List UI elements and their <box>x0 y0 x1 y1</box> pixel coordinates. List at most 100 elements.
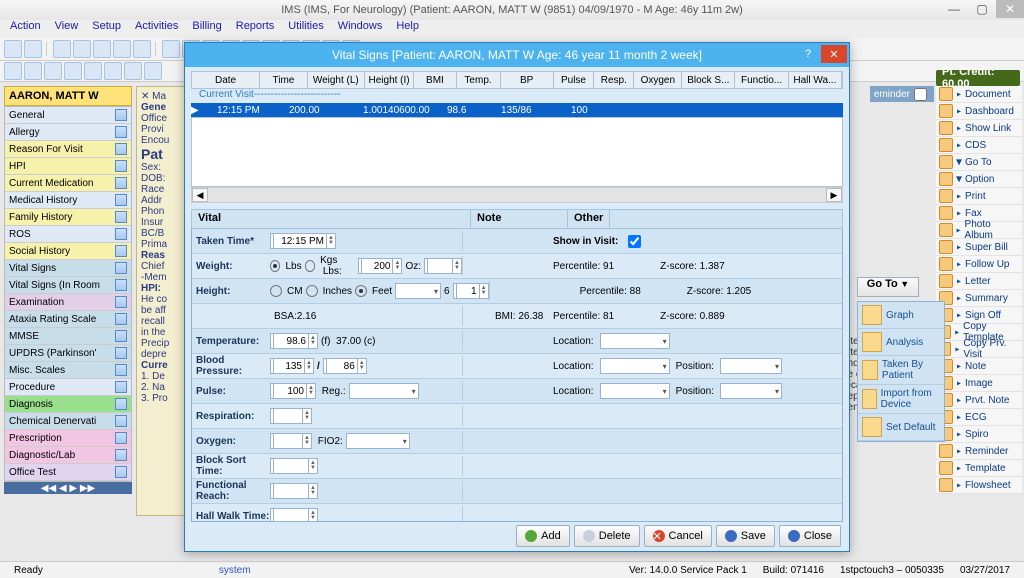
action-analysis[interactable]: Analysis <box>858 329 944 356</box>
section-item[interactable]: Vital Signs (In Room <box>5 277 131 294</box>
save-button[interactable]: Save <box>716 525 775 547</box>
sidebar-action-super-bill[interactable]: ▸Super Bill <box>936 239 1022 256</box>
section-item[interactable]: Medical History <box>5 192 131 209</box>
sidebar-action-dashboard[interactable]: ▸Dashboard <box>936 103 1022 120</box>
section-item[interactable]: Misc. Scales <box>5 362 131 379</box>
sidebar-action-photo-album[interactable]: ▸Photo Album <box>936 222 1022 239</box>
menu-activities[interactable]: Activities <box>129 20 184 38</box>
section-item[interactable]: Family History <box>5 209 131 226</box>
tool-icon[interactable] <box>104 62 122 80</box>
section-item[interactable]: UPDRS (Parkinson' <box>5 345 131 362</box>
grid-selected-row[interactable]: ▶12:15 PM200.001.00140600.0098.6135/8610… <box>191 103 843 117</box>
tool-icon[interactable] <box>24 62 42 80</box>
grid-col[interactable]: Date <box>192 72 260 88</box>
dialog-help-icon[interactable]: ? <box>795 45 821 63</box>
tool-icon[interactable] <box>162 40 180 58</box>
sidebar-action-spiro[interactable]: ▸Spiro <box>936 426 1022 443</box>
menu-view[interactable]: View <box>49 20 85 38</box>
tool-icon[interactable] <box>24 40 42 58</box>
section-item[interactable]: Diagnosis <box>5 396 131 413</box>
sidebar-action-prvt-note[interactable]: ▸Prvt. Note <box>936 392 1022 409</box>
grid-col[interactable]: Oxygen <box>634 72 682 88</box>
action-graph[interactable]: Graph <box>858 302 944 329</box>
sidebar-action-letter[interactable]: ▸Letter <box>936 273 1022 290</box>
menu-reports[interactable]: Reports <box>230 20 281 38</box>
grid-col[interactable]: Block S... <box>682 72 735 88</box>
tool-icon[interactable] <box>84 62 102 80</box>
section-item[interactable]: Diagnostic/Lab <box>5 447 131 464</box>
tool-icon[interactable] <box>53 40 71 58</box>
section-item[interactable]: Allergy <box>5 124 131 141</box>
grid-col[interactable]: Weight (L) <box>308 72 365 88</box>
grid-col[interactable]: Hall Wa... <box>789 72 842 88</box>
section-item[interactable]: Social History <box>5 243 131 260</box>
sidebar-action-option[interactable]: ▼Option <box>936 171 1022 188</box>
grid-col[interactable]: BMI <box>414 72 456 88</box>
section-item[interactable]: MMSE <box>5 328 131 345</box>
close-button[interactable]: ✕ <box>996 0 1024 18</box>
grid-col[interactable]: Temp. <box>457 72 501 88</box>
grid-col[interactable]: Resp. <box>594 72 634 88</box>
patient-name[interactable]: AARON, MATT W <box>4 86 132 106</box>
tool-icon[interactable] <box>73 40 91 58</box>
show-in-visit-checkbox[interactable] <box>628 235 641 248</box>
section-item[interactable]: Procedure <box>5 379 131 396</box>
section-item[interactable]: Ataxia Rating Scale <box>5 311 131 328</box>
section-item[interactable]: Examination <box>5 294 131 311</box>
delete-button[interactable]: Delete <box>574 525 640 547</box>
menu-help[interactable]: Help <box>390 20 425 38</box>
section-item[interactable]: Current Medication <box>5 175 131 192</box>
sidebar-action-image[interactable]: ▸Image <box>936 375 1022 392</box>
maximize-button[interactable]: ▢ <box>968 0 996 18</box>
section-item[interactable]: Vital Signs <box>5 260 131 277</box>
minimize-button[interactable]: — <box>940 0 968 18</box>
grid-scrollbar[interactable]: ◀▶ <box>191 187 843 203</box>
sidebar-action-show-link[interactable]: ▸Show Link <box>936 120 1022 137</box>
cancel-button[interactable]: ✕Cancel <box>644 525 712 547</box>
section-item[interactable]: Reason For Visit <box>5 141 131 158</box>
sidebar-action-reminder[interactable]: ▸Reminder <box>936 443 1022 460</box>
sidebar-action-copy-prv-visit[interactable]: ▸Copy Prv. Visit <box>936 341 1022 358</box>
menu-setup[interactable]: Setup <box>86 20 127 38</box>
tool-icon[interactable] <box>133 40 151 58</box>
sidebar-action-ecg[interactable]: ▸ECG <box>936 409 1022 426</box>
tool-icon[interactable] <box>124 62 142 80</box>
tool-icon[interactable] <box>64 62 82 80</box>
grid-col[interactable]: Pulse <box>554 72 594 88</box>
sidebar-action-cds[interactable]: ▸CDS <box>936 137 1022 154</box>
sidebar-action-summary[interactable]: ▸Summary <box>936 290 1022 307</box>
close-button[interactable]: Close <box>779 525 841 547</box>
dialog-close-icon[interactable]: ✕ <box>821 45 847 63</box>
sidebar-action-flowsheet[interactable]: ▸Flowsheet <box>936 477 1022 494</box>
grid-col[interactable]: BP <box>501 72 554 88</box>
tool-icon[interactable] <box>113 40 131 58</box>
sidebar-action-print[interactable]: ▸Print <box>936 188 1022 205</box>
menu-windows[interactable]: Windows <box>332 20 389 38</box>
nav-arrows[interactable]: ◀◀ ◀ ▶ ▶▶ <box>4 482 132 494</box>
tool-icon[interactable] <box>144 62 162 80</box>
tool-icon[interactable] <box>4 62 22 80</box>
tool-icon[interactable] <box>4 40 22 58</box>
grid-col[interactable]: Height (I) <box>365 72 415 88</box>
add-button[interactable]: Add <box>516 525 570 547</box>
section-item[interactable]: ROS <box>5 226 131 243</box>
menu-action[interactable]: Action <box>4 20 47 38</box>
section-item[interactable]: Prescription <box>5 430 131 447</box>
action-taken-by-patient[interactable]: Taken By Patient <box>858 356 944 385</box>
goto-button[interactable]: Go To <box>857 277 919 297</box>
menu-billing[interactable]: Billing <box>186 20 227 38</box>
tool-icon[interactable] <box>44 62 62 80</box>
action-set-default[interactable]: Set Default <box>858 414 944 441</box>
tool-icon[interactable] <box>93 40 111 58</box>
sidebar-action-template[interactable]: ▸Template <box>936 460 1022 477</box>
menu-utilities[interactable]: Utilities <box>282 20 329 38</box>
sidebar-action-note[interactable]: ▸Note <box>936 358 1022 375</box>
section-item[interactable]: General <box>5 107 131 124</box>
grid-col[interactable]: Functio... <box>735 72 788 88</box>
section-item[interactable]: Chemical Denervati <box>5 413 131 430</box>
section-item[interactable]: HPI <box>5 158 131 175</box>
sidebar-action-go-to[interactable]: ▼Go To <box>936 154 1022 171</box>
sidebar-action-follow-up[interactable]: ▸Follow Up <box>936 256 1022 273</box>
grid-col[interactable]: Time <box>260 72 308 88</box>
action-import-from-device[interactable]: Import from Device <box>858 385 944 414</box>
